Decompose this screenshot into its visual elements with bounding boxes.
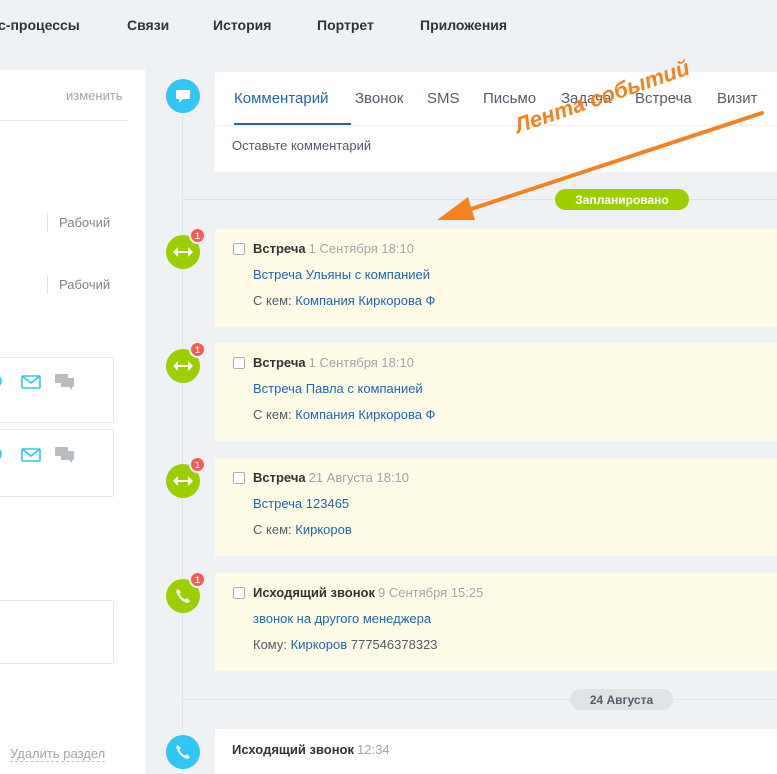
notification-badge: 1 [189, 227, 206, 244]
activity-participant: С кем: Компания Киркорова Ф [253, 407, 436, 422]
phone-icon[interactable] [0, 374, 5, 388]
planned-activity-card[interactable]: Исходящий звонок 9 Сентября 15:25 звонок … [215, 573, 777, 671]
date-divider-line [183, 699, 777, 700]
participant-link[interactable]: Компания Киркорова Ф [295, 407, 435, 422]
nav-item-portrait[interactable]: Портрет [317, 17, 374, 33]
activity-time: 12:34 [357, 742, 390, 757]
participant-link[interactable]: Киркоров [295, 522, 352, 537]
activity-date: 1 Сентября 18:10 [308, 355, 414, 370]
mail-icon[interactable] [21, 375, 41, 389]
history-activity-card[interactable]: Исходящий звонок 12:34 [215, 729, 777, 774]
planned-activity-card[interactable]: Встреча 1 Сентября 18:10 Встреча Павла с … [215, 343, 777, 441]
planned-activity-card[interactable]: Встреча 1 Сентября 18:10 Встреча Ульяны с… [215, 229, 777, 327]
nav-item-applications[interactable]: Приложения [420, 17, 507, 33]
planned-activity-card[interactable]: Встреча 21 Августа 18:10 Встреча 123465 С… [215, 458, 777, 556]
nav-item-business-processes[interactable]: с-процессы [0, 17, 80, 33]
tab-call[interactable]: Звонок [355, 90, 403, 107]
chat-icon[interactable] [55, 374, 75, 390]
activity-subject-link[interactable]: звонок на другого менеджера [253, 611, 431, 626]
contact-card [0, 357, 114, 423]
comment-icon [166, 79, 200, 113]
phone-type-label: Рабочий [47, 275, 110, 294]
activity-date: 1 Сентября 18:10 [308, 241, 414, 256]
comment-input[interactable]: Оставьте комментарий [232, 138, 371, 153]
activity-subject-link[interactable]: Встреча Павла с компанией [253, 381, 423, 396]
planned-section-label: Запланировано [555, 189, 689, 210]
activity-date: 21 Августа 18:10 [308, 470, 410, 485]
change-link[interactable]: изменить [66, 88, 123, 103]
activity-title: Встреча 21 Августа 18:10 [253, 470, 410, 485]
timeline-line [182, 110, 183, 774]
mail-icon[interactable] [21, 448, 41, 462]
participant-link[interactable]: Компания Киркорова Ф [295, 293, 435, 308]
notification-badge: 1 [189, 571, 206, 588]
top-navigation: с-процессы Связи История Портрет Приложе… [0, 0, 777, 52]
left-panel: изменить Рабочий Рабочий Удалить раздел [0, 70, 145, 774]
activity-participant: С кем: Киркоров [253, 522, 352, 537]
tab-visit[interactable]: Визит [717, 90, 758, 107]
divider [0, 120, 128, 121]
nav-item-connections[interactable]: Связи [127, 17, 169, 33]
notification-badge: 1 [189, 341, 206, 358]
complete-checkbox[interactable] [233, 243, 245, 255]
tab-email[interactable]: Письмо [483, 90, 536, 107]
activity-participant: С кем: Компания Киркорова Ф [253, 293, 436, 308]
phone-number: 777546378323 [350, 637, 438, 652]
activity-participant: Кому: Киркоров 777546378323 [253, 637, 438, 652]
delete-section-link[interactable]: Удалить раздел [10, 746, 106, 762]
complete-checkbox[interactable] [233, 587, 245, 599]
nav-item-history[interactable]: История [213, 17, 271, 33]
activity-title: Встреча 1 Сентября 18:10 [253, 241, 414, 256]
tab-sms[interactable]: SMS [427, 90, 460, 107]
chat-icon[interactable] [55, 447, 75, 463]
contact-card [0, 429, 114, 497]
activity-subject-link[interactable]: Встреча Ульяны с компанией [253, 267, 430, 282]
divider [215, 125, 777, 126]
complete-checkbox[interactable] [233, 357, 245, 369]
activity-date: 9 Сентября 15:25 [378, 585, 484, 600]
notification-badge: 1 [189, 456, 206, 473]
phone-type-label: Рабочий [47, 213, 110, 232]
activity-composer: Комментарий Звонок SMS Письмо Задача Вст… [215, 72, 777, 172]
phone-icon[interactable] [0, 447, 5, 461]
activity-title: Встреча 1 Сентября 18:10 [253, 355, 414, 370]
date-divider-label: 24 Августа [570, 689, 673, 710]
activity-title: Исходящий звонок 9 Сентября 15:25 [253, 585, 484, 600]
phone-icon [166, 735, 200, 769]
activity-subject-link[interactable]: Встреча 123465 [253, 496, 349, 511]
activity-title: Исходящий звонок 12:34 [232, 742, 390, 757]
tab-comment[interactable]: Комментарий [234, 90, 328, 107]
participant-link[interactable]: Киркоров [291, 637, 348, 652]
complete-checkbox[interactable] [233, 472, 245, 484]
empty-field-box[interactable] [0, 600, 114, 664]
